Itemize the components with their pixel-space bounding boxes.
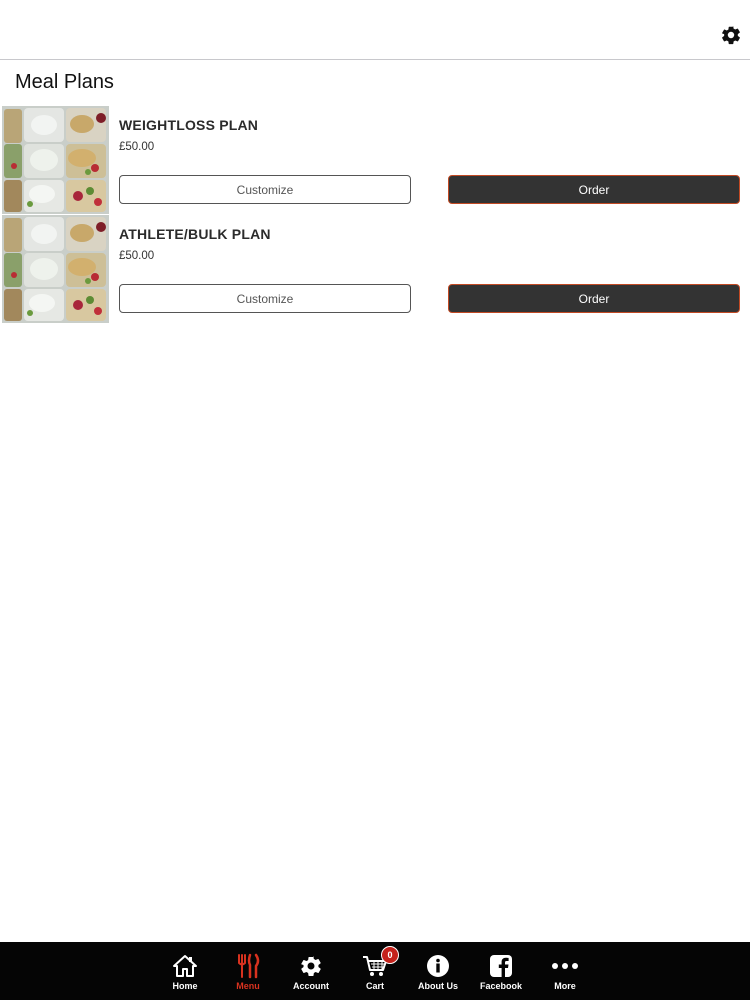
top-bar bbox=[0, 0, 750, 60]
meal-prep-image bbox=[2, 106, 109, 214]
plan-name: WEIGHTLOSS PLAN bbox=[119, 117, 259, 133]
customize-button[interactable]: Customize bbox=[119, 175, 411, 204]
meal-prep-image bbox=[2, 215, 109, 323]
page-title: Meal Plans bbox=[15, 71, 114, 93]
tab-label: About Us bbox=[418, 981, 458, 991]
tab-label: Cart bbox=[365, 981, 384, 991]
order-button[interactable]: Order bbox=[448, 175, 740, 204]
order-button[interactable]: Order bbox=[448, 284, 740, 313]
plan-item: WEIGHTLOSS PLAN £50.00 Customize Order bbox=[0, 106, 750, 214]
home-icon bbox=[171, 952, 199, 980]
bottom-tab-bar: Home Menu Account 0 Cart About Us Facebo… bbox=[0, 942, 750, 1000]
plan-thumbnail[interactable] bbox=[2, 215, 109, 323]
facebook-icon bbox=[487, 952, 515, 980]
fork-knife-icon bbox=[234, 952, 262, 980]
plan-price: £50.00 bbox=[119, 250, 155, 262]
tab-facebook[interactable]: Facebook bbox=[471, 942, 531, 1000]
tab-label: Account bbox=[293, 981, 329, 991]
tab-more[interactable]: More bbox=[535, 942, 595, 1000]
info-icon bbox=[424, 952, 452, 980]
tab-label: More bbox=[554, 981, 576, 991]
tab-account[interactable]: Account bbox=[281, 942, 341, 1000]
plan-item: ATHLETE/BULK PLAN £50.00 Customize Order bbox=[0, 215, 750, 323]
tab-menu[interactable]: Menu bbox=[218, 942, 278, 1000]
customize-button[interactable]: Customize bbox=[119, 284, 411, 313]
plan-thumbnail[interactable] bbox=[2, 106, 109, 214]
plan-name: ATHLETE/BULK PLAN bbox=[119, 226, 271, 242]
cart-count-badge: 0 bbox=[381, 946, 399, 964]
gear-icon bbox=[297, 952, 325, 980]
more-dots-icon bbox=[551, 952, 579, 980]
settings-button[interactable] bbox=[720, 24, 742, 46]
tab-label: Menu bbox=[236, 981, 260, 991]
tab-label: Home bbox=[172, 981, 198, 991]
plan-price: £50.00 bbox=[119, 141, 155, 153]
tab-cart[interactable]: 0 Cart bbox=[345, 942, 405, 1000]
tab-label: Facebook bbox=[479, 981, 522, 991]
tab-about-us[interactable]: About Us bbox=[408, 942, 468, 1000]
tab-home[interactable]: Home bbox=[155, 942, 215, 1000]
gear-icon bbox=[722, 26, 740, 45]
